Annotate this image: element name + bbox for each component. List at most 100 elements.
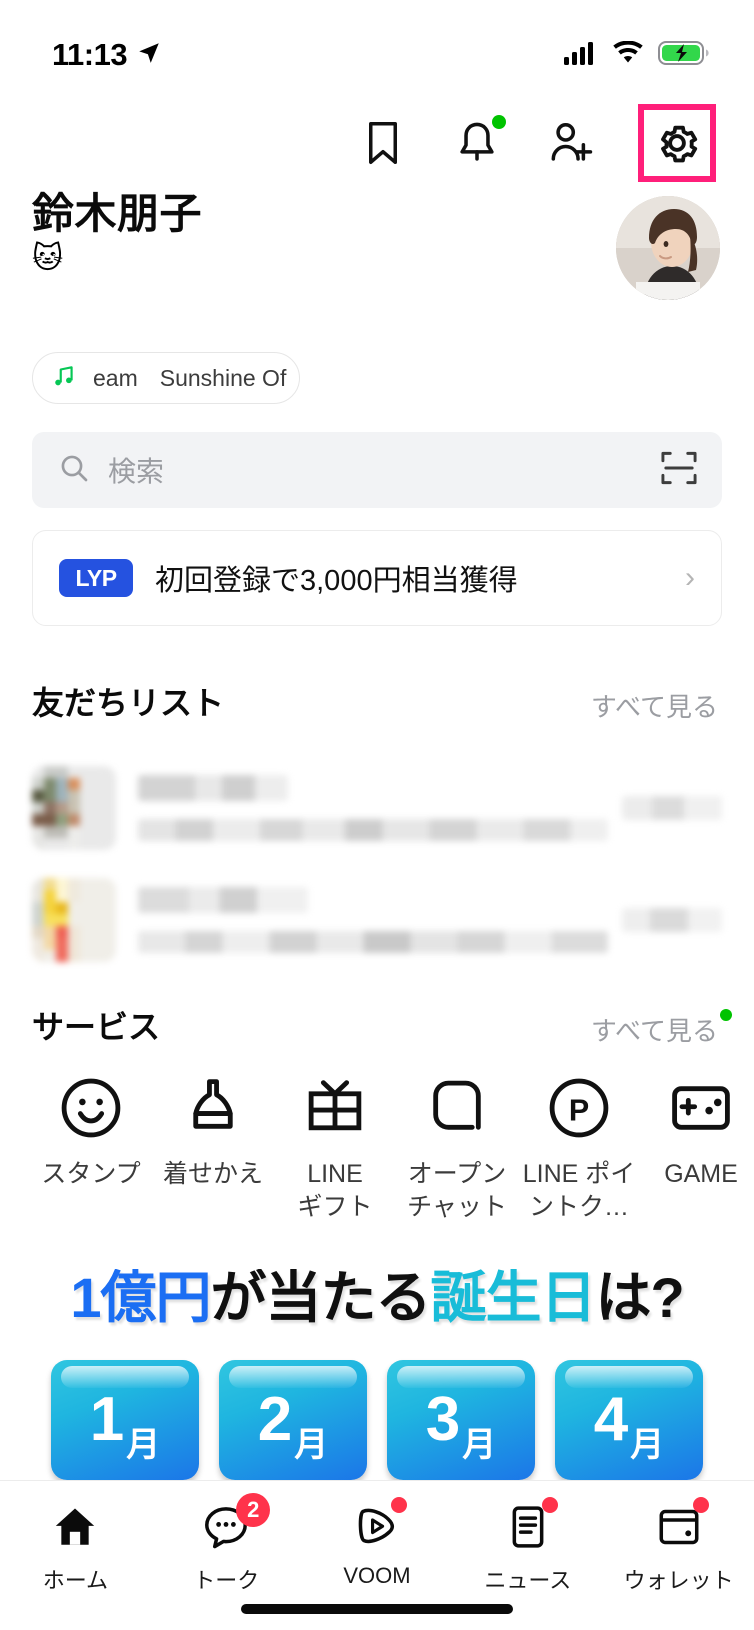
service-label: LINE ギフト: [297, 1160, 373, 1221]
friend-status-redacted: [138, 931, 608, 953]
gear-icon[interactable]: [638, 104, 716, 182]
gift-icon: [299, 1072, 371, 1144]
lyp-promo-text: 初回登録で3,000円相当獲得: [155, 565, 518, 597]
friend-name-redacted: [138, 887, 308, 913]
friends-section-title: 友だちリスト: [32, 685, 225, 721]
service-item-point[interactable]: P LINE ポイ ントク…: [518, 1072, 640, 1223]
chat-bubble-icon: 2: [198, 1493, 271, 1555]
friend-meta-redacted: [622, 908, 722, 932]
bookmark-icon[interactable]: [356, 116, 410, 170]
service-item-theme[interactable]: 着せかえ: [152, 1072, 274, 1191]
month-number: 3: [425, 1384, 461, 1454]
page-title: 鈴木朋子: [32, 190, 203, 237]
search-input[interactable]: 検索: [108, 450, 660, 490]
voom-play-icon: [349, 1497, 407, 1555]
service-item-sticker[interactable]: スタンプ: [30, 1072, 152, 1191]
add-friend-icon[interactable]: [544, 116, 598, 170]
ad-headline-part-4: は?: [595, 1269, 684, 1329]
bell-notification-dot: [492, 115, 506, 129]
month-number: 4: [593, 1384, 629, 1454]
nav-item-home[interactable]: ホーム: [0, 1499, 151, 1595]
location-arrow-icon: [136, 40, 162, 71]
qr-scan-icon[interactable]: [660, 449, 698, 492]
services-section-header: サービス すべて見る: [0, 1002, 754, 1048]
month-number: 2: [257, 1384, 293, 1454]
ad-month-tiles: 1月 2月 3月 4月: [0, 1359, 754, 1480]
friend-status-redacted: [138, 819, 608, 841]
service-label: LINE ポイ ントク…: [522, 1160, 636, 1221]
month-suffix: 月: [126, 1425, 161, 1464]
month-tile[interactable]: 2月: [219, 1359, 367, 1480]
music-artist: eam: [93, 364, 138, 391]
music-note-icon: [51, 363, 77, 394]
news-doc-icon: [500, 1497, 558, 1555]
friends-section-header: 友だちリスト すべて見る: [0, 678, 754, 724]
friend-name-redacted: [138, 775, 288, 801]
ad-headline-part-2: が当たる: [210, 1269, 431, 1329]
nav-notification-dot: [541, 1497, 558, 1513]
battery-charging-icon: [658, 40, 710, 71]
friends-list: [0, 750, 754, 974]
status-badge: 2: [236, 1493, 271, 1527]
brush-theme-icon: [177, 1072, 249, 1144]
status-bar-left: 11:13: [52, 37, 162, 73]
service-label: 着せかえ: [162, 1160, 263, 1188]
ad-headline: 1億円が当たる誕生日は?: [0, 1269, 754, 1328]
service-item-openchat[interactable]: オープン チャット: [396, 1072, 518, 1223]
friends-see-all-link[interactable]: すべて見る: [591, 687, 722, 724]
list-item-text: [138, 887, 622, 953]
search-icon: [58, 452, 90, 489]
status-bar-right: [564, 40, 710, 71]
bell-icon[interactable]: [450, 115, 506, 170]
services-notification-dot: [720, 1009, 732, 1021]
line-home-screen: 11:13 鈴木朋子 🐱 eam Sunshine Of 検索 LYP 初回登録…: [0, 0, 754, 1630]
list-item[interactable]: [0, 862, 754, 974]
nav-item-wallet[interactable]: ウォレット: [603, 1497, 754, 1595]
music-title: Sunshine Of: [159, 364, 287, 391]
nav-item-news[interactable]: ニュース: [452, 1497, 603, 1595]
ad-banner[interactable]: 1億円が当たる誕生日は? 1月 2月 3月 4月: [0, 1269, 754, 1499]
month-suffix: 月: [294, 1425, 329, 1464]
month-suffix: 月: [630, 1425, 665, 1464]
nav-item-talk[interactable]: 2 トーク: [151, 1493, 302, 1595]
chevron-right-icon: ›: [685, 561, 695, 594]
gamepad-icon: [665, 1072, 737, 1144]
services-section-title: サービス: [32, 1009, 161, 1045]
status-bar: 11:13: [0, 0, 754, 92]
service-label: オープン チャット: [407, 1160, 507, 1221]
month-tile[interactable]: 3月: [387, 1359, 535, 1480]
search-bar[interactable]: 検索: [32, 432, 722, 508]
avatar[interactable]: [616, 196, 720, 300]
nav-label: ニュース: [484, 1568, 572, 1593]
nav-label: VOOM: [343, 1563, 411, 1588]
services-see-all-link[interactable]: すべて見る: [590, 1009, 732, 1048]
openchat-bubble-icon: [421, 1072, 493, 1144]
services-see-all-label: すべて見る: [590, 1016, 718, 1046]
wallet-icon: [651, 1497, 709, 1555]
wifi-icon: [612, 40, 644, 70]
cellular-signal-icon: [564, 41, 598, 70]
smiley-sticker-icon: [55, 1072, 127, 1144]
service-item-game[interactable]: GAME: [640, 1072, 754, 1191]
service-item-gift[interactable]: LINE ギフト: [274, 1072, 396, 1223]
nav-label: ウォレット: [623, 1568, 734, 1593]
service-label: スタンプ: [41, 1160, 141, 1188]
lyp-promo-banner[interactable]: LYP 初回登録で3,000円相当獲得 ›: [32, 530, 722, 626]
home-icon: [47, 1499, 103, 1555]
nav-label: ホーム: [42, 1568, 109, 1593]
ad-headline-part-3: 誕生日: [430, 1269, 596, 1329]
home-indicator: [241, 1604, 513, 1614]
service-label: GAME: [664, 1160, 738, 1188]
nav-item-voom[interactable]: VOOM: [302, 1497, 453, 1589]
header-icon-row: [0, 92, 754, 182]
month-tile[interactable]: 1月: [51, 1359, 199, 1480]
profile-block[interactable]: 鈴木朋子 🐱: [0, 180, 754, 350]
point-p-circle-icon: P: [543, 1072, 615, 1144]
list-item[interactable]: [0, 750, 754, 862]
month-suffix: 月: [462, 1425, 497, 1464]
list-item-text: [138, 775, 622, 841]
nav-notification-dot: [692, 1497, 709, 1513]
profile-music-chip[interactable]: eam Sunshine Of ›: [32, 352, 300, 404]
status-time: 11:13: [52, 37, 128, 72]
month-tile[interactable]: 4月: [555, 1359, 703, 1480]
